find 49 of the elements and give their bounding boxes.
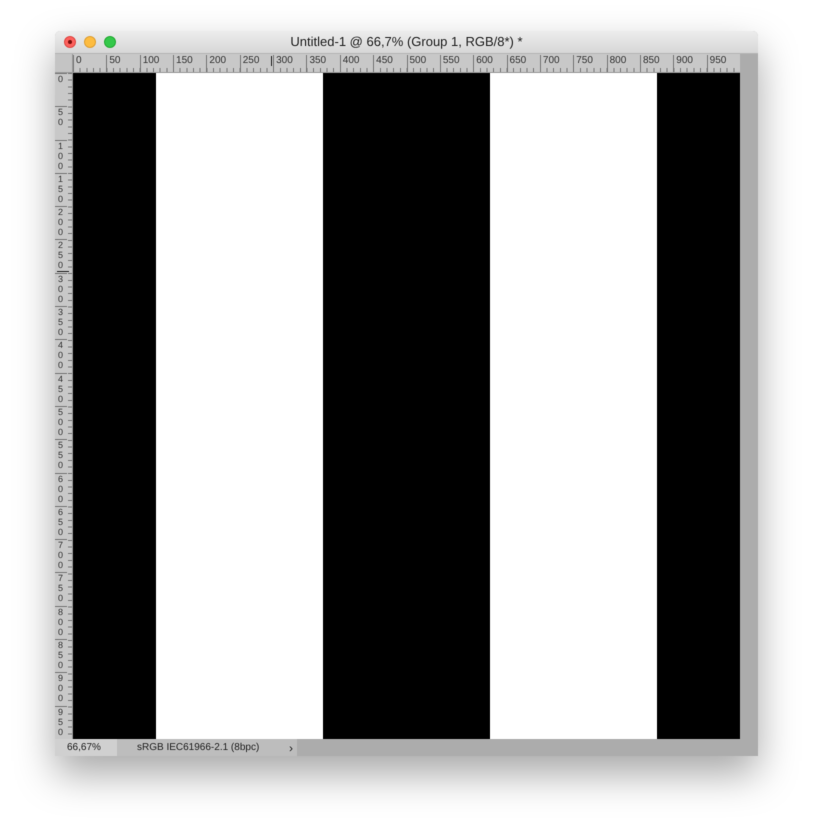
ruler-label: 250 [240, 54, 260, 72]
ruler-label: 500 [406, 54, 426, 72]
color-profile: sRGB IEC61966-2.1 (8bpc) [137, 742, 260, 753]
ruler-label: 150 [173, 54, 193, 72]
ruler-label: 650 [55, 506, 67, 537]
zoom-button[interactable] [104, 36, 116, 48]
ruler-label: 750 [55, 572, 67, 604]
ruler-label: 700 [540, 54, 560, 72]
ruler-label: 800 [55, 606, 67, 637]
ruler-label: 0 [73, 54, 82, 72]
ruler-label: 800 [606, 54, 626, 72]
ruler-label: 0 [55, 72, 67, 84]
ruler-label: 150 [55, 172, 67, 204]
info-menu-arrow[interactable]: › [289, 740, 297, 754]
minimize-button[interactable] [84, 36, 96, 48]
ruler-label: 350 [306, 54, 326, 72]
cursor-marker [57, 270, 69, 272]
ruler-label: 400 [340, 54, 360, 72]
ruler-label: 550 [55, 439, 67, 470]
ruler-label: 300 [273, 54, 293, 72]
ruler-label: 250 [55, 239, 67, 270]
ruler-label: 50 [106, 54, 120, 72]
ruler-label: 100 [55, 140, 67, 171]
ruler-label: 900 [55, 672, 67, 704]
ruler-label: 400 [55, 339, 67, 370]
window-title: Untitled-1 @ 66,7% (Group 1, RGB/8*) * [290, 34, 523, 50]
ruler-label: 450 [373, 54, 393, 72]
ruler-label: 200 [206, 54, 226, 72]
ruler-label: 850 [55, 639, 67, 670]
ruler-label: 850 [640, 54, 660, 72]
close-button[interactable] [64, 36, 76, 48]
ruler-label: 350 [55, 306, 67, 338]
zoom-level[interactable]: 66,67% [55, 739, 117, 756]
ruler-label: 950 [55, 706, 67, 737]
ruler-label: 100 [140, 54, 160, 72]
ruler-label: 550 [440, 54, 460, 72]
ruler-label: 950 [706, 54, 726, 72]
ruler-label: 450 [55, 372, 67, 404]
ruler-label: 900 [673, 54, 693, 72]
ruler-label: 600 [55, 472, 67, 504]
ruler-label: 50 [55, 106, 67, 128]
ruler-origin[interactable] [55, 54, 73, 73]
ruler-label: 600 [473, 54, 493, 72]
ruler-label: 500 [55, 406, 67, 437]
ruler-label: 700 [55, 539, 67, 570]
ruler-label: 750 [573, 54, 593, 72]
ruler-label: 650 [506, 54, 526, 72]
ruler-label: 200 [55, 206, 67, 238]
cursor-marker [271, 56, 272, 66]
